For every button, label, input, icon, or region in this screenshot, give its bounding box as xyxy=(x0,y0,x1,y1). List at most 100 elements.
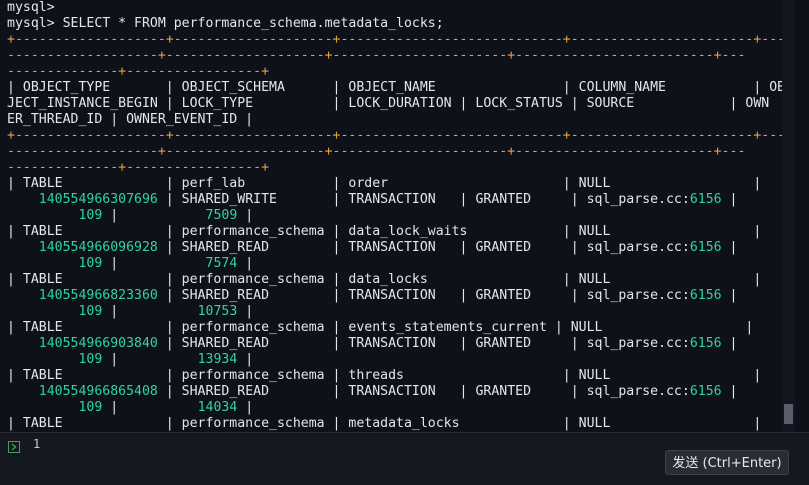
numeric-value: 109 xyxy=(78,400,103,415)
terminal-text: | xyxy=(237,256,254,271)
terminal-line: | TABLE | performance_schema | data_lock… xyxy=(7,272,795,288)
terminal-line: mysql> SELECT * FROM performance_schema.… xyxy=(7,16,795,32)
terminal-text: | TABLE | performance_schema | data_lock… xyxy=(7,272,762,287)
terminal-text: | SHARED_READ | TRANSACTION | GRANTED | … xyxy=(157,336,690,351)
numeric-value: 140554966865408 xyxy=(38,384,158,399)
terminal-line: ER_THREAD_ID | OWNER_EVENT_ID | xyxy=(7,112,795,128)
editor-line-number: 1 xyxy=(33,437,41,451)
terminal-text: | TABLE | performance_schema | threads |… xyxy=(7,368,762,383)
terminal-line: | TABLE | perf_lab | order | NULL | xyxy=(7,176,795,192)
terminal-line: -------------------+--------------------… xyxy=(7,48,795,64)
terminal-text: | TABLE | performance_schema | metadata_… xyxy=(7,416,762,431)
terminal-line: 140554966307696 | SHARED_WRITE | TRANSAC… xyxy=(7,192,795,208)
terminal-line: 109 | 10753 | xyxy=(7,304,795,320)
numeric-value: 14034 xyxy=(197,400,238,415)
terminal-text: mysql> SELECT * FROM performance_schema.… xyxy=(7,16,444,31)
terminal-line: 109 | 13934 | xyxy=(7,352,795,368)
terminal-text: | SHARED_READ | TRANSACTION | GRANTED | … xyxy=(157,240,690,255)
terminal-line: | TABLE | performance_schema | threads |… xyxy=(7,368,795,384)
numeric-value: 6156 xyxy=(689,240,722,255)
numeric-value: 6156 xyxy=(689,384,722,399)
terminal-text: | xyxy=(721,240,738,255)
terminal-text: mysql> xyxy=(7,0,55,15)
terminal-text: | TABLE | perf_lab | order | NULL | xyxy=(7,176,762,191)
numeric-value: 7574 xyxy=(205,256,238,271)
terminal-text: | xyxy=(102,400,198,415)
terminal-text: | SHARED_WRITE | TRANSACTION | GRANTED |… xyxy=(157,192,690,207)
numeric-value: 6156 xyxy=(689,336,722,351)
terminal-line: JECT_INSTANCE_BEGIN | LOCK_TYPE | LOCK_D… xyxy=(7,96,795,112)
table-border: +-------------------+-------------------… xyxy=(7,128,786,143)
terminal-output: mysql> mysql> SELECT * FROM performance_s… xyxy=(0,0,795,432)
terminal-text: | xyxy=(721,384,738,399)
numeric-value: 7509 xyxy=(205,208,238,223)
terminal-text: | OBJECT_TYPE | OBJECT_SCHEMA | OBJECT_N… xyxy=(7,80,786,95)
terminal-line: 109 | 7574 | xyxy=(7,256,795,272)
table-border: -------------------+--------------------… xyxy=(7,48,746,63)
terminal-text: | xyxy=(102,256,206,271)
terminal-text: | xyxy=(102,208,206,223)
table-border: --------------+-----------------+ xyxy=(7,160,270,175)
terminal-text: | xyxy=(237,208,254,223)
terminal-text: | xyxy=(102,352,198,367)
send-button[interactable]: 发送 (Ctrl+Enter) xyxy=(665,450,789,475)
terminal-text: | xyxy=(721,288,738,303)
terminal-line: +-------------------+-------------------… xyxy=(7,128,795,144)
terminal-text: | xyxy=(237,400,254,415)
numeric-value: 109 xyxy=(78,304,103,319)
terminal-text: | xyxy=(102,304,198,319)
chevron-right-box-icon xyxy=(8,438,20,453)
numeric-value: 140554966307696 xyxy=(38,192,158,207)
terminal-text: | xyxy=(237,352,254,367)
numeric-value: 109 xyxy=(78,208,103,223)
terminal-text: | SHARED_READ | TRANSACTION | GRANTED | … xyxy=(157,384,690,399)
numeric-value: 109 xyxy=(78,352,103,367)
numeric-value: 140554966823360 xyxy=(38,288,158,303)
terminal-line: | TABLE | performance_schema | metadata_… xyxy=(7,416,795,432)
terminal-text: | TABLE | performance_schema | data_lock… xyxy=(7,224,762,239)
numeric-value: 6156 xyxy=(689,192,722,207)
numeric-value: 10753 xyxy=(197,304,238,319)
terminal-text: | TABLE | performance_schema | events_st… xyxy=(7,320,754,335)
numeric-value: 109 xyxy=(78,256,103,271)
terminal-line: +-------------------+-------------------… xyxy=(7,32,795,48)
terminal-line: --------------+-----------------+ xyxy=(7,64,795,80)
terminal-text: | xyxy=(721,336,738,351)
terminal-line: 140554966823360 | SHARED_READ | TRANSACT… xyxy=(7,288,795,304)
terminal-line: 140554966865408 | SHARED_READ | TRANSACT… xyxy=(7,384,795,400)
terminal-text: | SHARED_READ | TRANSACTION | GRANTED | … xyxy=(157,288,690,303)
terminal-line: | TABLE | performance_schema | events_st… xyxy=(7,320,795,336)
terminal-text: | xyxy=(237,304,254,319)
terminal-text: ER_THREAD_ID | OWNER_EVENT_ID | xyxy=(7,112,254,127)
terminal-line: 140554966903840 | SHARED_READ | TRANSACT… xyxy=(7,336,795,352)
numeric-value: 140554966096928 xyxy=(38,240,158,255)
terminal-line: 109 | 14034 | xyxy=(7,400,795,416)
table-border: -------------------+--------------------… xyxy=(7,144,746,159)
table-border: +-------------------+-------------------… xyxy=(7,32,786,47)
query-result-text: mysql> mysql> SELECT * FROM performance_s… xyxy=(0,0,795,432)
terminal-line: | OBJECT_TYPE | OBJECT_SCHEMA | OBJECT_N… xyxy=(7,80,795,96)
terminal-line: mysql> xyxy=(7,0,795,16)
command-input-area[interactable]: 1 发送 (Ctrl+Enter) xyxy=(0,433,809,485)
table-border: --------------+-----------------+ xyxy=(7,64,270,79)
scrollbar-thumb[interactable] xyxy=(784,404,793,424)
terminal-line: | TABLE | performance_schema | data_lock… xyxy=(7,224,795,240)
terminal-line: 140554966096928 | SHARED_READ | TRANSACT… xyxy=(7,240,795,256)
numeric-value: 6156 xyxy=(689,288,722,303)
terminal-line: -------------------+--------------------… xyxy=(7,144,795,160)
terminal-text: JECT_INSTANCE_BEGIN | LOCK_TYPE | LOCK_D… xyxy=(7,96,770,111)
terminal-line: --------------+-----------------+ xyxy=(7,160,795,176)
numeric-value: 140554966903840 xyxy=(38,336,158,351)
terminal-text: | xyxy=(721,192,738,207)
terminal-scrollbar[interactable] xyxy=(782,0,795,432)
numeric-value: 13934 xyxy=(197,352,238,367)
